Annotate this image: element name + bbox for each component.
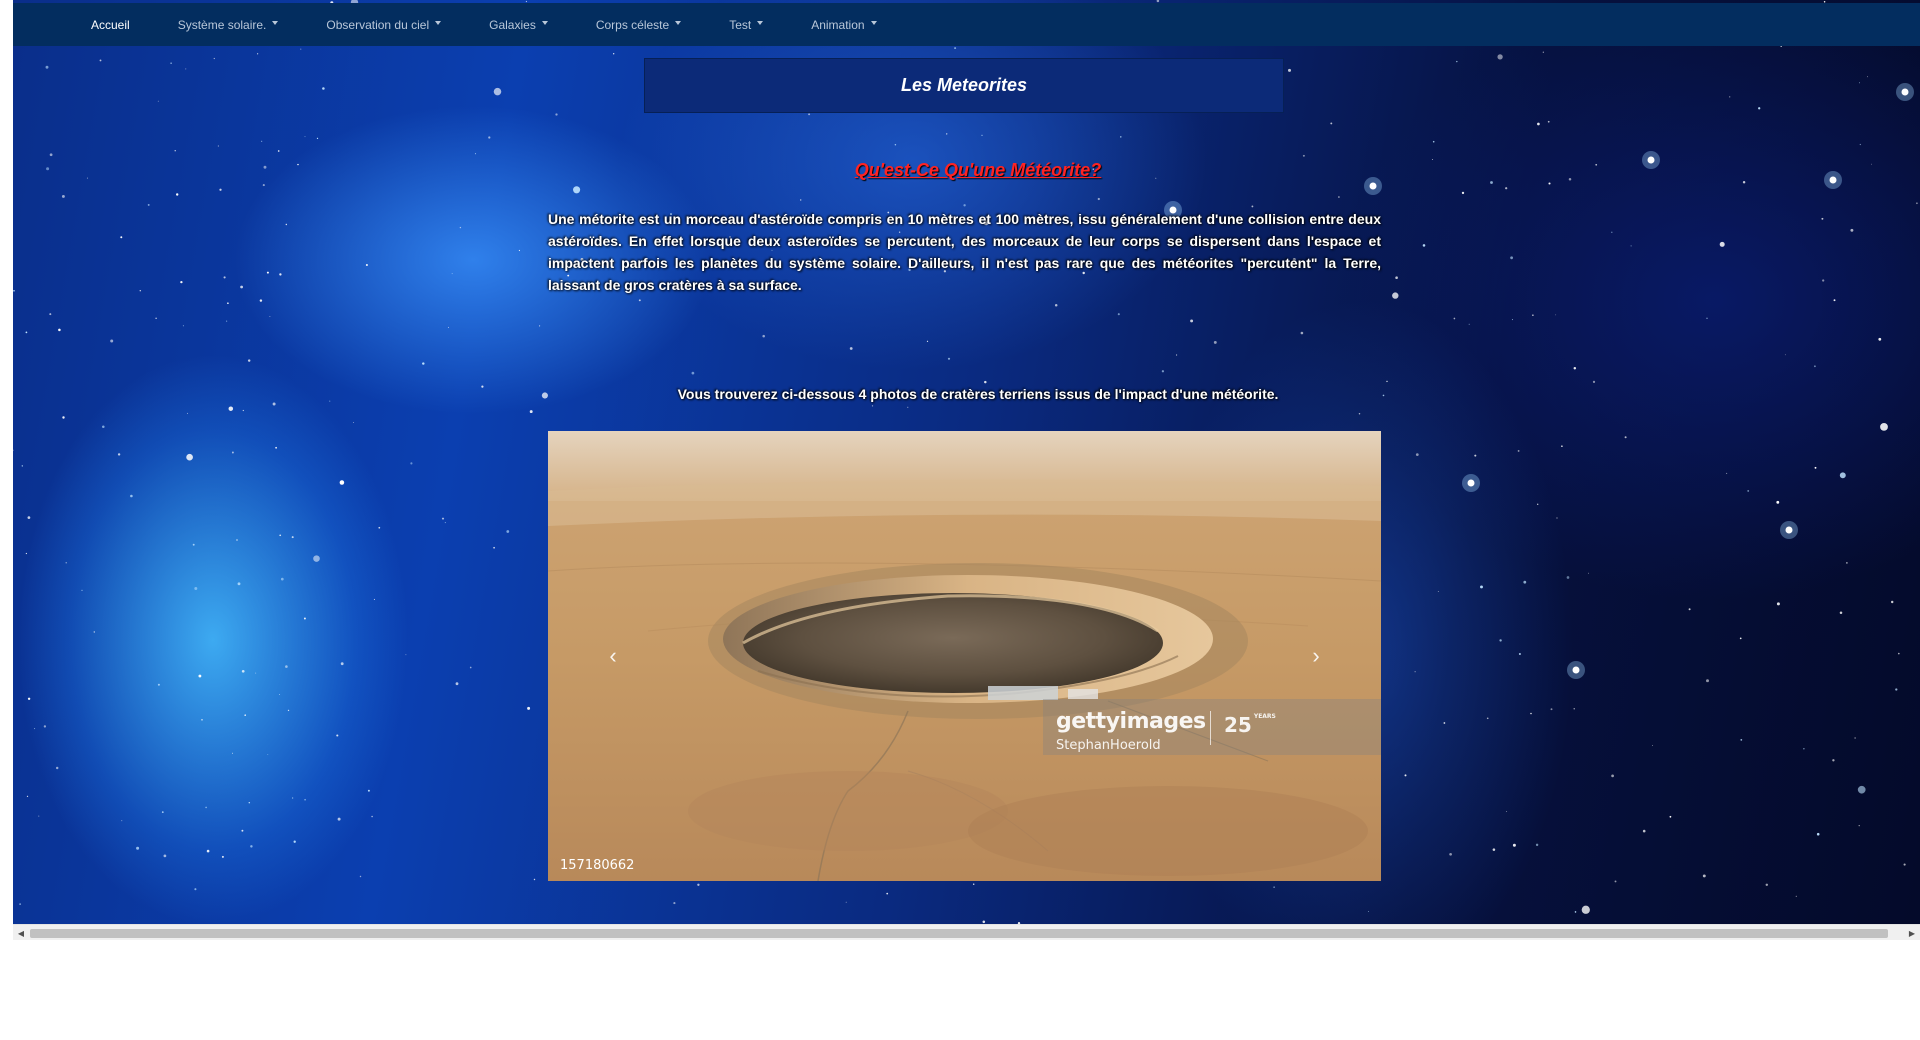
crater-carousel: ‹ › gettyimages 25 YEARS StephanHoerold 1… bbox=[548, 431, 1381, 881]
nav-item-label: Accueil bbox=[91, 17, 130, 32]
nav-item-label: Système solaire. bbox=[177, 17, 267, 32]
horizontal-scrollbar[interactable]: ◀ ▶ bbox=[13, 924, 1920, 940]
top-navbar: Accueil Système solaire. Observation du … bbox=[13, 3, 1920, 46]
page-title: Les Meteorites bbox=[900, 75, 1028, 95]
caret-down-icon bbox=[272, 20, 279, 25]
watermark-years-badge: 25 YEARS bbox=[1224, 713, 1276, 737]
page-viewport: Accueil Système solaire. Observation du … bbox=[13, 0, 1920, 924]
nav-item-corps-celeste[interactable]: Corps céleste bbox=[572, 3, 705, 46]
intro-paragraph: Une métorite est un morceau d'astéroïde … bbox=[548, 211, 1381, 293]
chevron-left-icon: ‹ bbox=[609, 643, 617, 668]
scroll-right-arrow-icon[interactable]: ▶ bbox=[1904, 925, 1920, 941]
nav-item-label: Galaxies bbox=[489, 17, 536, 32]
watermark-divider bbox=[1210, 711, 1211, 745]
nav-item-label: Animation bbox=[811, 17, 865, 32]
nav-item-accueil[interactable]: Accueil bbox=[78, 3, 154, 46]
watermark-author: StephanHoerold bbox=[1056, 738, 1161, 753]
carousel-prev-button[interactable]: ‹ bbox=[593, 636, 633, 676]
scroll-left-arrow-icon[interactable]: ◀ bbox=[13, 925, 29, 941]
nav-item-systeme-solaire[interactable]: Système solaire. bbox=[154, 3, 303, 46]
nav-item-test[interactable]: Test bbox=[705, 3, 787, 46]
carousel-next-button[interactable]: › bbox=[1296, 636, 1336, 676]
watermark-years-label: YEARS bbox=[1253, 713, 1276, 720]
section-subtitle: Qu'est-Ce Qu'une Météorite? bbox=[854, 160, 1102, 180]
nav-item-label: Corps céleste bbox=[595, 17, 670, 32]
photo-id: 157180662 bbox=[560, 858, 635, 873]
crater-photo bbox=[548, 431, 1381, 881]
scrollbar-thumb[interactable] bbox=[30, 929, 1888, 938]
page-title-box: Les Meteorites bbox=[644, 58, 1284, 113]
nav-item-animation[interactable]: Animation bbox=[787, 3, 900, 46]
caret-down-icon bbox=[675, 20, 682, 25]
nav-item-label: Observation du ciel bbox=[326, 17, 430, 32]
watermark-years-number: 25 bbox=[1224, 713, 1252, 737]
chevron-right-icon: › bbox=[1312, 643, 1320, 668]
watermark-logo: gettyimages bbox=[1056, 709, 1206, 734]
caret-down-icon bbox=[870, 20, 877, 25]
caret-down-icon bbox=[435, 20, 442, 25]
nav-item-observation-du-ciel[interactable]: Observation du ciel bbox=[302, 3, 465, 46]
carousel-caption: Vous trouverez ci-dessous 4 photos de cr… bbox=[677, 386, 1279, 402]
nav-item-label: Test bbox=[729, 17, 752, 32]
caret-down-icon bbox=[541, 20, 548, 25]
nav-item-galaxies[interactable]: Galaxies bbox=[465, 3, 572, 46]
caret-down-icon bbox=[757, 20, 764, 25]
